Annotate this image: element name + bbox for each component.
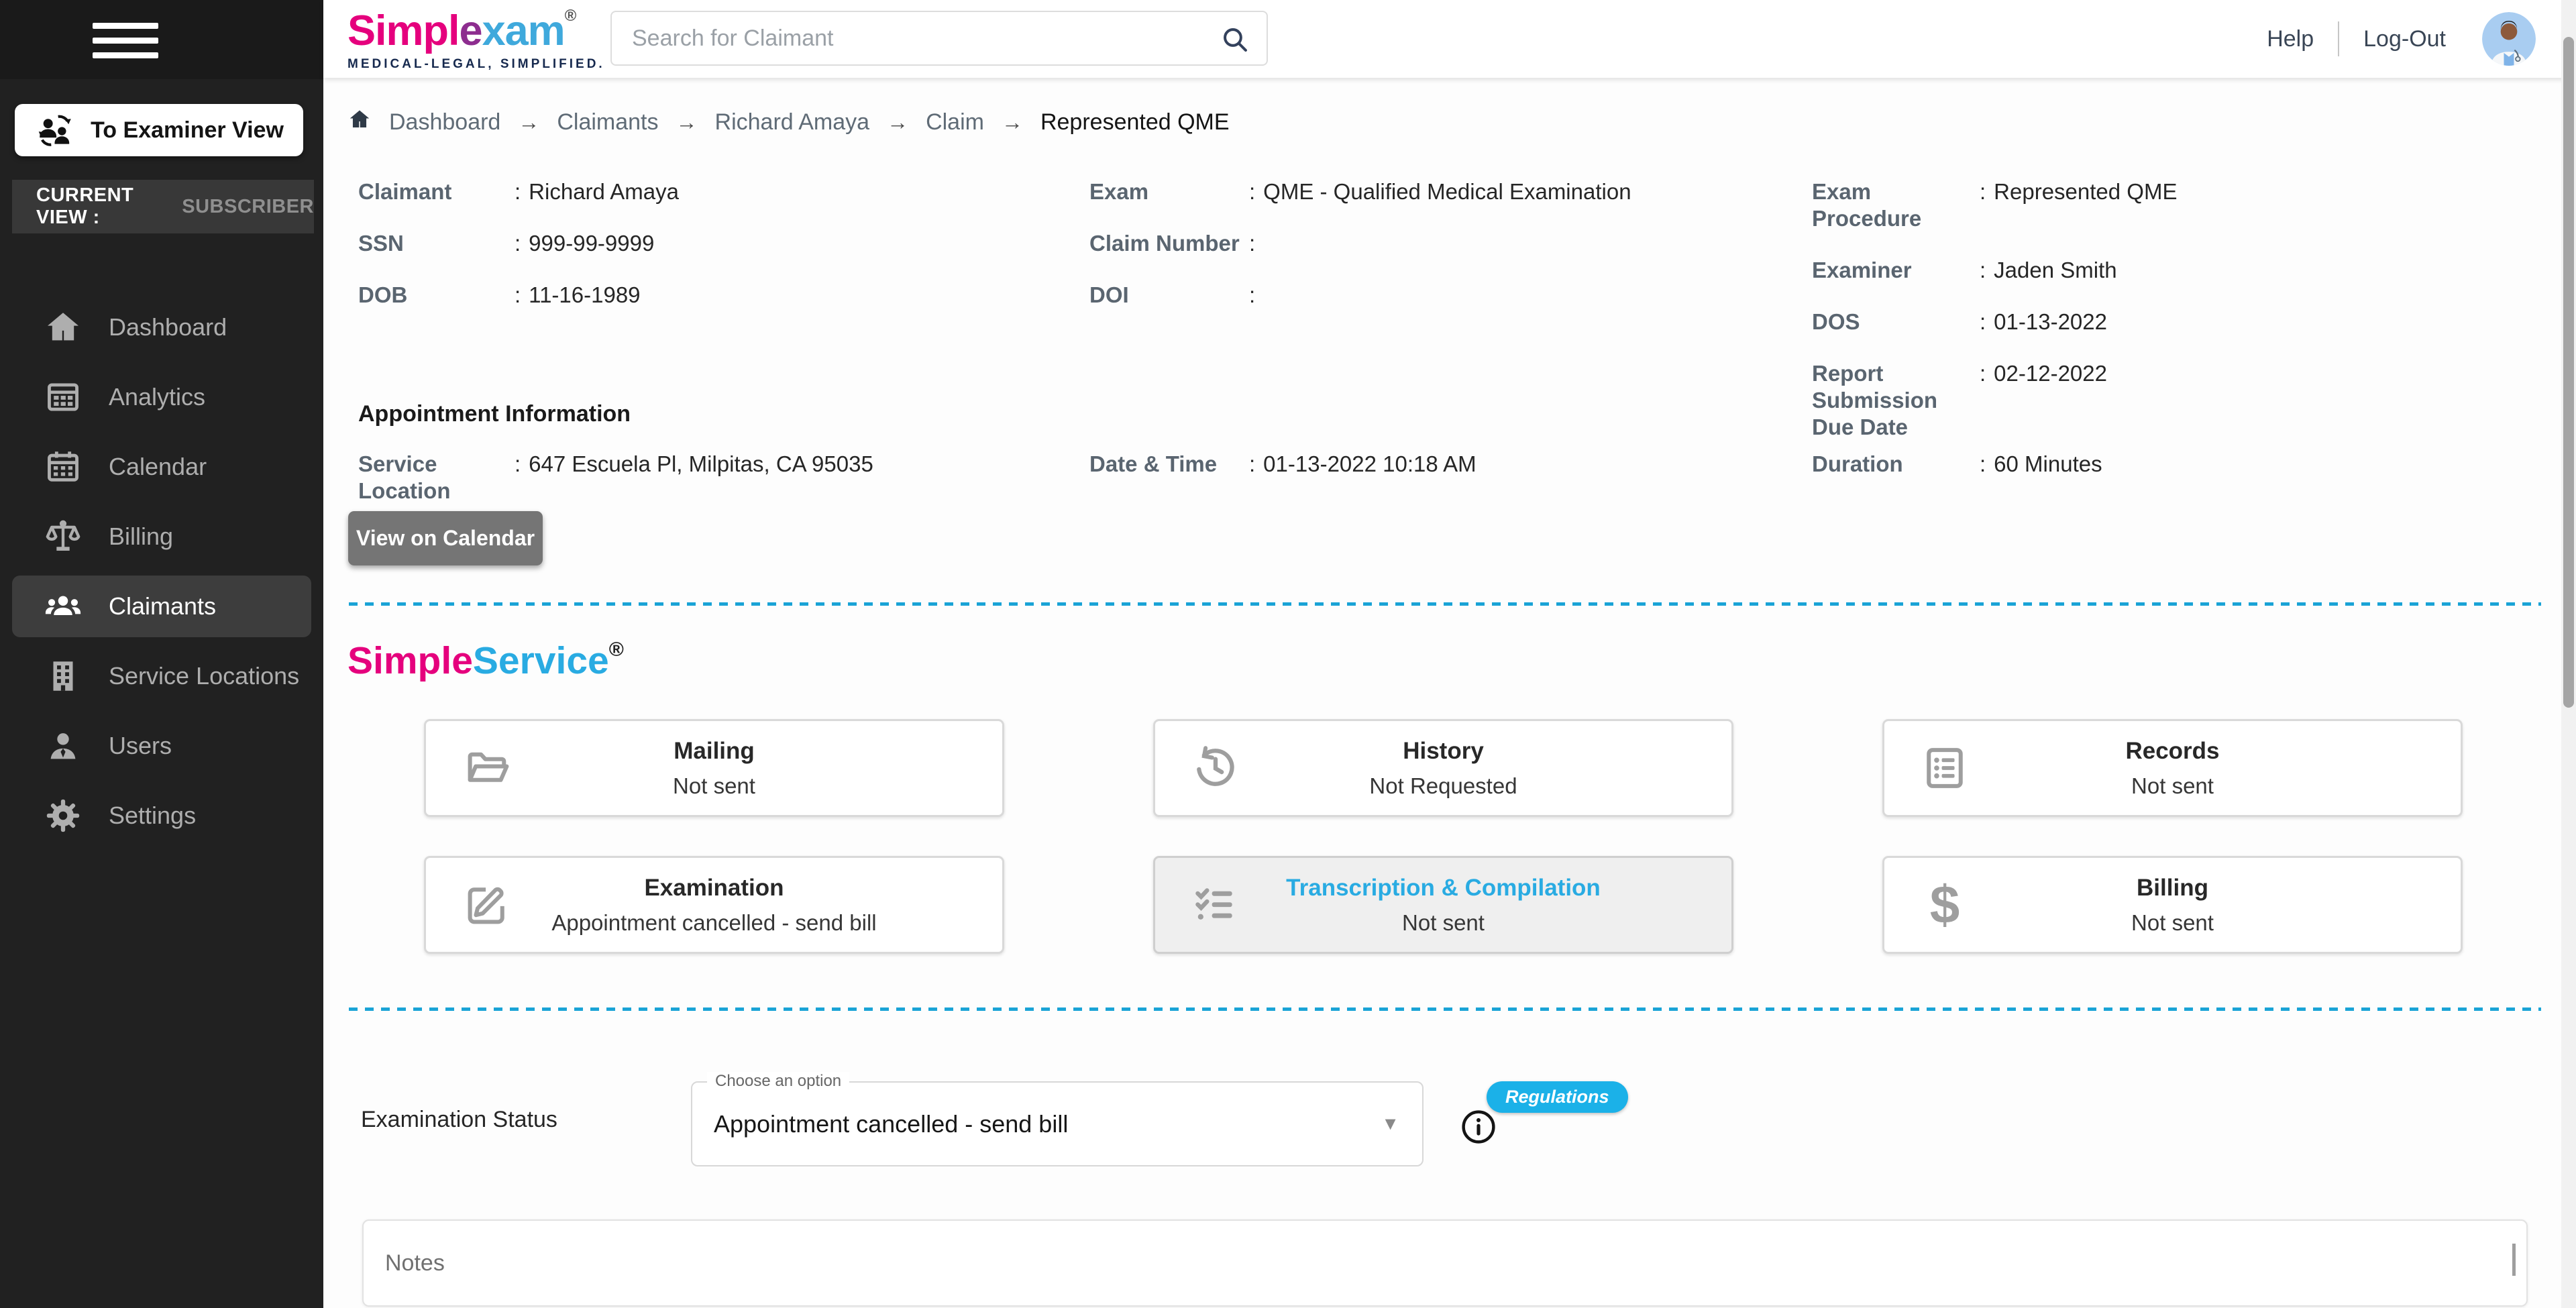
app-root: To Examiner View CURRENT VIEW : SUBSCRIB… — [0, 0, 2576, 1308]
breadcrumb-arrow-icon: → — [518, 110, 540, 134]
breadcrumb-arrow-icon: → — [1001, 110, 1023, 134]
sidebar-item-billing[interactable]: Billing — [0, 502, 323, 571]
sidebar-header — [0, 0, 323, 79]
breadcrumb-item[interactable]: Claimants — [557, 109, 658, 135]
to-examiner-view-button[interactable]: To Examiner View — [15, 104, 303, 156]
sidebar-item-service-locations[interactable]: Service Locations — [0, 641, 323, 711]
scale-icon — [39, 517, 87, 556]
dollar-icon: $ — [1929, 875, 1960, 934]
sidebar-item-calendar[interactable]: Calendar — [0, 432, 323, 502]
breadcrumb-current: Represented QME — [1040, 109, 1230, 135]
field-examiner: Examiner: Jaden Smith — [1812, 258, 2117, 282]
field-report-submission-due-date: Report Submission Due Date:02-12-2022 — [1812, 361, 2107, 439]
breadcrumb-home-icon[interactable] — [347, 107, 372, 138]
card-mailing[interactable]: Mailing Not sent — [424, 719, 1004, 817]
registered-mark: ® — [564, 7, 577, 25]
claimants-people-icon — [39, 587, 87, 626]
field-claim-number: Claim Number: — [1089, 231, 1256, 256]
main-content: Simplexam® MEDICAL-LEGAL, SIMPLIFIED. He… — [323, 0, 2576, 1308]
field-date-time: Date & Time:01-13-2022 10:18 AM — [1089, 451, 1477, 476]
breadcrumb-arrow-icon: → — [887, 110, 909, 134]
records-list-icon — [1919, 743, 1970, 794]
view-on-calendar-button[interactable]: View on Calendar — [348, 511, 543, 565]
claim-info-col2: Exam: QME - Qualified Medical Examination… — [1089, 178, 1631, 333]
building-icon — [39, 657, 87, 696]
card-history[interactable]: History Not Requested — [1153, 719, 1733, 817]
dashed-divider — [349, 1007, 2541, 1011]
sidebar-item-users[interactable]: Users — [0, 711, 323, 781]
page-scrollbar-thumb[interactable] — [2563, 37, 2574, 708]
hamburger-menu-icon[interactable] — [93, 23, 158, 58]
top-right-cluster: Help Log-Out — [2267, 0, 2536, 78]
field-ssn: SSN:999-99-9999 — [358, 231, 655, 256]
to-examiner-view-label: To Examiner View — [91, 117, 284, 143]
examination-status-dropdown[interactable]: Choose an option Appointment cancelled -… — [691, 1072, 1424, 1166]
current-view-value: SUBSCRIBER — [182, 195, 314, 217]
sidebar: To Examiner View CURRENT VIEW : SUBSCRIB… — [0, 0, 323, 1308]
registered-mark: ® — [608, 639, 624, 661]
field-dob: DOB:11-16-1989 — [358, 282, 641, 307]
notes-scrollbar-thumb[interactable] — [2512, 1244, 2516, 1276]
info-icon[interactable] — [1460, 1108, 1497, 1146]
page-scrollbar-track[interactable] — [2561, 0, 2576, 1308]
breadcrumb-item[interactable]: Claim — [926, 109, 984, 135]
examination-status-label: Examination Status — [361, 1107, 557, 1132]
folder-open-icon — [461, 743, 512, 794]
breadcrumb-item[interactable]: Dashboard — [389, 109, 500, 135]
simpleservice-title: SimpleService® — [347, 639, 624, 682]
field-dos: DOS:01-13-2022 — [1812, 309, 2107, 334]
field-exam: Exam: QME - Qualified Medical Examination — [1089, 179, 1631, 204]
swap-users-icon — [34, 109, 76, 151]
gear-icon — [39, 796, 87, 835]
field-claimant: Claimant: Richard Amaya — [358, 179, 679, 204]
regulations-badge[interactable]: Regulations — [1487, 1081, 1628, 1113]
sidebar-item-dashboard[interactable]: Dashboard — [0, 292, 323, 362]
breadcrumb-arrow-icon: → — [676, 110, 698, 134]
top-bar: Simplexam® MEDICAL-LEGAL, SIMPLIFIED. He… — [323, 0, 2576, 78]
current-view-label: CURRENT VIEW : — [36, 184, 134, 228]
field-exam-procedure: Exam Procedure: Represented QME — [1812, 179, 2178, 231]
edit-icon — [461, 879, 512, 930]
dropdown-selected-value: Appointment cancelled - send bill — [714, 1109, 1069, 1138]
logout-link[interactable]: Log-Out — [2363, 26, 2446, 52]
chevron-down-icon: ▼ — [1381, 1113, 1399, 1134]
breadcrumb-item[interactable]: Richard Amaya — [715, 109, 870, 135]
home-icon — [39, 308, 87, 347]
notes-textarea[interactable] — [364, 1221, 2526, 1305]
sidebar-item-analytics[interactable]: Analytics — [0, 362, 323, 432]
sidebar-item-settings[interactable]: Settings — [0, 781, 323, 851]
field-duration: Duration:60 Minutes — [1812, 451, 2102, 476]
history-icon — [1190, 743, 1241, 794]
claimant-search — [610, 11, 1268, 66]
notes-field — [362, 1219, 2528, 1307]
app-logo[interactable]: Simplexam® MEDICAL-LEGAL, SIMPLIFIED. — [347, 7, 605, 72]
card-transcription-compilation[interactable]: Transcription & Compilation Not sent — [1153, 856, 1733, 954]
card-records[interactable]: Records Not sent — [1882, 719, 2463, 817]
claim-info-col1: Claimant: Richard Amaya SSN:999-99-9999 D… — [358, 178, 679, 333]
search-icon[interactable] — [1220, 24, 1250, 55]
help-link[interactable]: Help — [2267, 26, 2314, 52]
breadcrumb: Dashboard → Claimants → Richard Amaya → … — [347, 107, 1230, 138]
search-input[interactable] — [612, 12, 1267, 64]
card-billing[interactable]: $ Billing Not sent — [1882, 856, 2463, 954]
appointment-information-title: Appointment Information — [358, 401, 631, 427]
field-doi: DOI: — [1089, 282, 1256, 307]
analytics-icon — [39, 378, 87, 417]
card-examination[interactable]: Examination Appointment cancelled - send… — [424, 856, 1004, 954]
sidebar-nav: Dashboard Analytics Calendar Billing Cla… — [0, 292, 323, 851]
user-icon — [39, 726, 87, 765]
calendar-icon — [39, 447, 87, 486]
current-view-bar: CURRENT VIEW : SUBSCRIBER — [12, 180, 314, 233]
logo-tagline: MEDICAL-LEGAL, SIMPLIFIED. — [347, 57, 605, 71]
header-divider — [2338, 21, 2340, 56]
claim-info-col3: Exam Procedure: Represented QME Examiner:… — [1812, 178, 2177, 466]
user-avatar[interactable] — [2482, 12, 2536, 66]
checklist-icon — [1190, 879, 1241, 930]
sidebar-item-claimants[interactable]: Claimants — [0, 571, 323, 641]
dashed-divider — [349, 602, 2541, 606]
